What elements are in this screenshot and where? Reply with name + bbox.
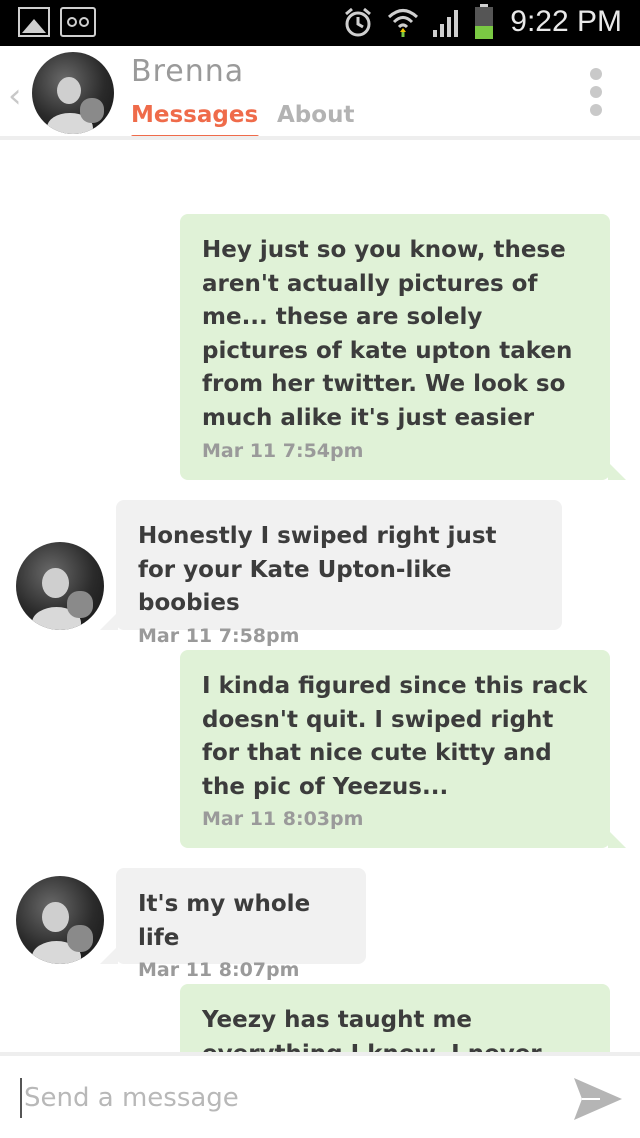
message-bubble-sent[interactable]: I kinda figured since this rack doesn't … bbox=[180, 650, 626, 848]
alarm-icon bbox=[342, 6, 374, 38]
message-input[interactable] bbox=[20, 1078, 540, 1118]
conversation-header: ‹ Brenna Messages About bbox=[0, 46, 640, 140]
message-text: I kinda figured since this rack doesn't … bbox=[202, 673, 588, 800]
message-bubble-received[interactable]: It's my whole life Mar 11 8:07pm bbox=[100, 868, 366, 981]
message-timestamp: Mar 11 7:54pm bbox=[202, 439, 364, 462]
profile-avatar[interactable] bbox=[32, 52, 114, 134]
overflow-menu-icon[interactable] bbox=[590, 68, 604, 122]
message-text: It's my whole life bbox=[138, 891, 311, 951]
message-timestamp: Mar 11 8:03pm bbox=[202, 808, 364, 831]
status-right: 9:22 PM bbox=[342, 4, 622, 40]
message-composer bbox=[0, 1052, 640, 1138]
message-timestamp: Mar 11 7:58pm bbox=[138, 624, 300, 647]
message-bubble-received[interactable]: Honestly I swiped right just for your Ka… bbox=[100, 500, 562, 647]
message-text: Yeezy has taught me everything I know. I… bbox=[202, 1007, 542, 1052]
battery-icon bbox=[474, 4, 494, 40]
message-list[interactable]: Hey just so you know, these aren't actua… bbox=[0, 140, 640, 1052]
message-bubble-sent[interactable]: Hey just so you know, these aren't actua… bbox=[180, 214, 626, 480]
contact-name[interactable]: Brenna bbox=[131, 54, 244, 89]
signal-icon bbox=[432, 6, 462, 38]
gallery-icon bbox=[18, 7, 50, 37]
wifi-icon bbox=[386, 6, 420, 38]
sender-avatar[interactable] bbox=[16, 876, 104, 964]
message-bubble-sent[interactable]: Yeezy has taught me everything I know. I… bbox=[180, 984, 610, 1052]
sender-avatar[interactable] bbox=[16, 542, 104, 630]
clock-time: 9:22 PM bbox=[510, 5, 622, 38]
back-chevron-icon[interactable]: ‹ bbox=[8, 76, 22, 116]
voicemail-icon bbox=[60, 7, 96, 37]
message-text: Hey just so you know, these aren't actua… bbox=[202, 237, 573, 431]
status-left bbox=[18, 7, 96, 37]
tab-about[interactable]: About bbox=[277, 102, 354, 128]
tab-messages[interactable]: Messages bbox=[131, 102, 258, 128]
message-text: Honestly I swiped right just for your Ka… bbox=[138, 523, 497, 617]
message-timestamp: Mar 11 8:07pm bbox=[138, 959, 300, 982]
status-bar: 9:22 PM bbox=[0, 0, 640, 46]
send-icon[interactable] bbox=[570, 1072, 624, 1126]
